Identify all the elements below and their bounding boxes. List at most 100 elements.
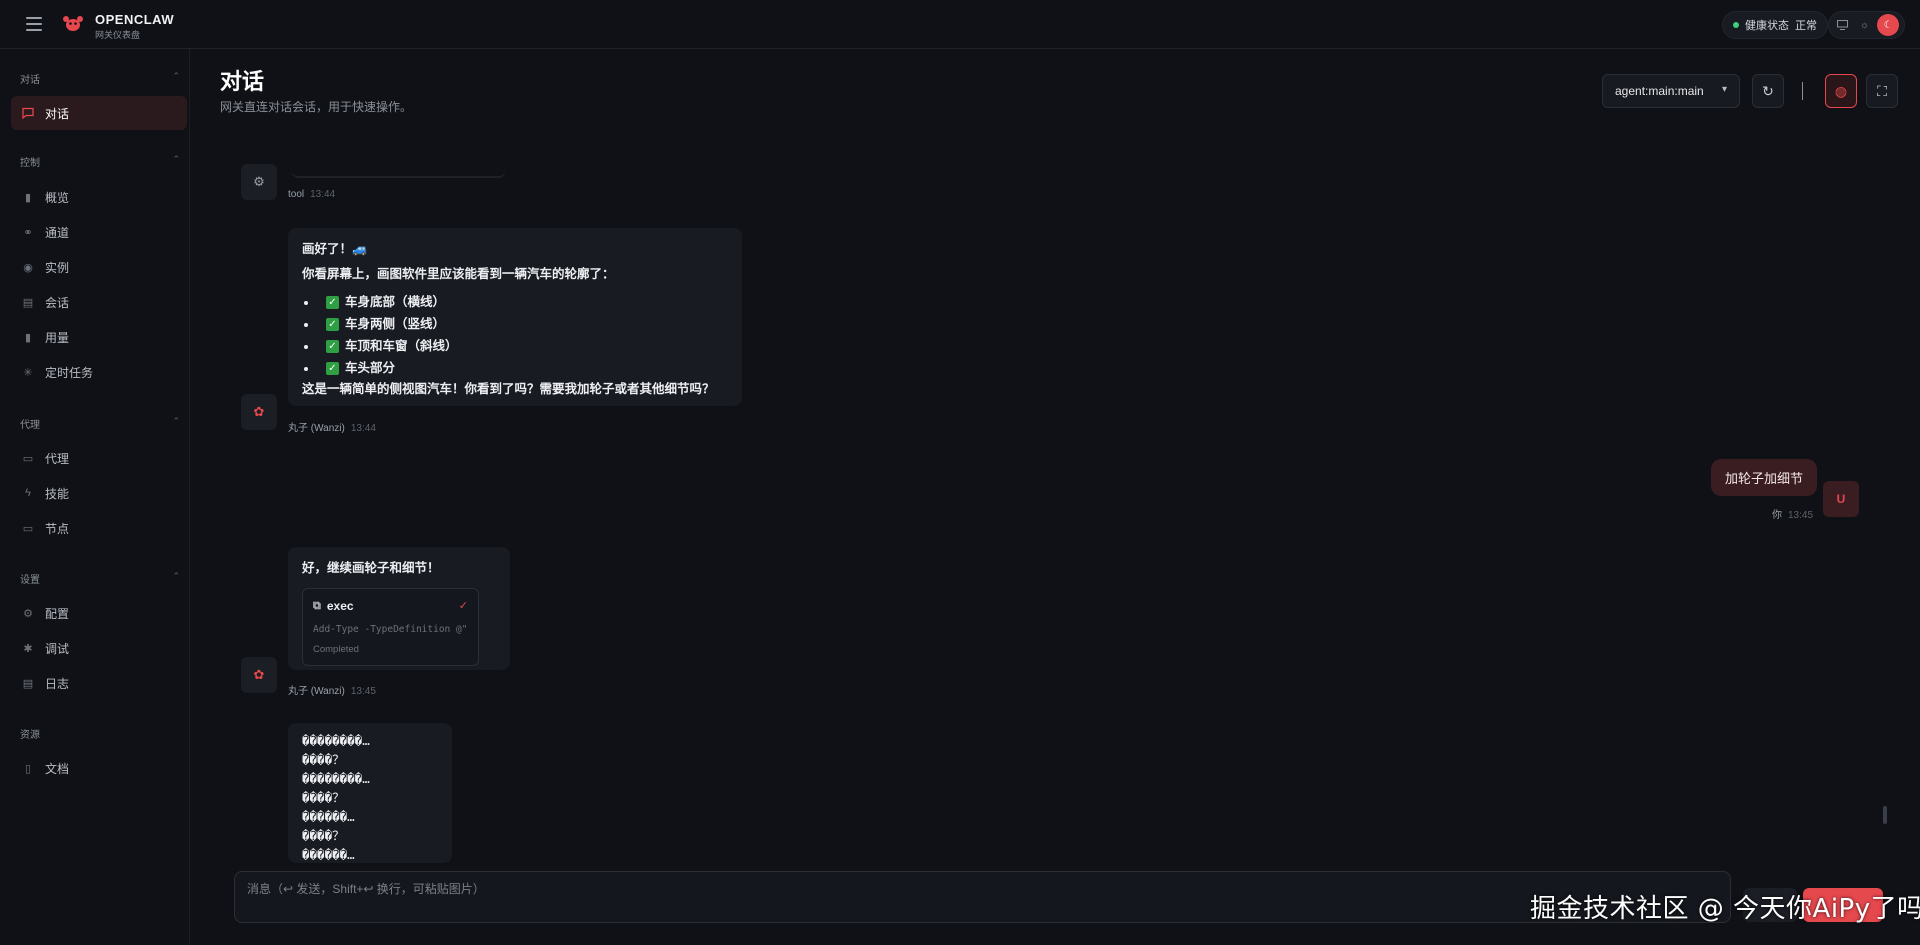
chevron-down-icon: ▾ <box>1721 84 1727 95</box>
tool-message-meta: tool 13:44 <box>288 189 335 200</box>
tool-name: exec <box>326 598 354 613</box>
scrollbar-thumb[interactable] <box>1883 806 1887 824</box>
sidebar-item-label: 通道 <box>45 225 70 240</box>
sidebar-item-debug[interactable]: ✱ 调试 <box>11 631 187 665</box>
list-item: ✓ 车身底部（横线） <box>302 292 728 314</box>
sidebar-item-instances[interactable]: ◉ 实例 <box>11 250 187 284</box>
sidebar-item-config[interactable]: ⚙ 配置 <box>11 596 187 630</box>
log-icon: ▤ <box>22 677 34 690</box>
bullet <box>304 300 308 305</box>
sidebar-item-cron[interactable]: ✳ 定时任务 <box>11 355 187 389</box>
chevron-up-icon: ⌃ <box>172 154 180 164</box>
sidebar-group-resources[interactable]: 资源 <box>20 726 180 741</box>
link-icon: ⚭ <box>23 226 33 239</box>
sidebar-item-overview[interactable]: ▮ 概览 <box>11 180 187 214</box>
monitor-icon[interactable] <box>1834 16 1852 34</box>
sidebar-item-label: 定时任务 <box>45 365 94 380</box>
list-item-text: 车头部分 <box>345 361 396 376</box>
sidebar-item-channels[interactable]: ⚭ 通道 <box>11 215 187 249</box>
check-icon: ✓ <box>458 599 468 612</box>
bug-icon: ✱ <box>23 642 33 655</box>
health-value: 正常 <box>1795 20 1817 32</box>
watermark: 掘金技术社区 @ 今天你AiPy了吗 <box>1530 894 1920 924</box>
sun-icon[interactable]: ☼ <box>1855 16 1873 34</box>
assistant-avatar: ✿ <box>241 657 277 693</box>
health-label: 健康状态 <box>1745 20 1789 32</box>
sidebar-item-label: 对话 <box>45 106 70 121</box>
message-input-placeholder: 消息（↩ 发送，Shift+↩ 换行，可粘贴图片） <box>247 882 485 896</box>
focus-mode-button[interactable]: ⛶ <box>1866 74 1898 108</box>
message-outro: 这是一辆简单的侧视图汽车！你看到了吗？需要我加轮子或者其他细节吗？ <box>302 381 715 396</box>
list-item: ✓ 车顶和车窗（斜线） <box>302 336 728 358</box>
message-text: 加轮子加细节 <box>1725 471 1804 486</box>
chat-icon <box>21 106 35 120</box>
tool-bubble-tail <box>291 170 506 178</box>
message-input[interactable]: 消息（↩ 发送，Shift+↩ 换行，可粘贴图片） <box>234 871 1731 923</box>
chevron-up-icon: ⌃ <box>172 71 180 81</box>
bar-chart-icon: ▮ <box>24 331 32 344</box>
list-item: ✓ 车头部分 <box>302 358 728 380</box>
menu-icon[interactable] <box>26 17 42 31</box>
agent-select[interactable]: agent:main:main ▾ <box>1602 74 1740 108</box>
sidebar-item-agents[interactable]: ▭ 代理 <box>11 441 187 475</box>
sidebar-item-chat[interactable]: 对话 <box>11 96 187 130</box>
group-title: 代理 <box>20 420 40 431</box>
message-author: 你 <box>1772 510 1782 521</box>
bullet <box>304 322 308 327</box>
message-author: 丸子 (Wanzi) <box>288 686 345 697</box>
bullet <box>304 366 308 371</box>
top-bar: OPENCLAW 网关仪表盘 健康状态 正常 ☼ ☾ <box>0 0 1920 49</box>
chevron-up-icon: ⌃ <box>172 571 180 581</box>
list-item-text: 车顶和车窗（斜线） <box>345 339 458 354</box>
list-item: ✓ 车身两侧（竖线） <box>302 314 728 336</box>
garbled-line: ����？ <box>302 828 345 843</box>
sidebar-item-skills[interactable]: ϟ 技能 <box>11 476 187 510</box>
sidebar-group-settings[interactable]: 设置 ⌃ <box>20 571 180 586</box>
message-title: 画好了！🚙 <box>302 242 368 256</box>
document-icon: ▤ <box>22 296 34 309</box>
lobster-icon: ✿ <box>253 404 265 419</box>
sidebar-group-chat[interactable]: 对话 ⌃ <box>20 71 180 86</box>
sidebar-item-usage[interactable]: ▮ 用量 <box>11 320 187 354</box>
status-dot-icon <box>1733 22 1739 28</box>
page-title: 对话 <box>220 69 265 94</box>
group-title: 对话 <box>20 75 40 86</box>
book-icon: ▯ <box>24 762 32 775</box>
sidebar-item-logs[interactable]: ▤ 日志 <box>11 666 187 700</box>
sidebar-item-nodes[interactable]: ▭ 节点 <box>11 511 187 545</box>
garbled-line: ������… <box>302 809 355 824</box>
refresh-button[interactable]: ↻ <box>1752 74 1784 108</box>
tool-icon: ⧉ <box>313 599 321 612</box>
sidebar-item-docs[interactable]: ▯ 文档 <box>11 751 187 785</box>
tool-avatar: ⚙ <box>241 164 277 200</box>
message-author: tool <box>288 189 305 200</box>
assistant-message-bubble: 好，继续画轮子和细节！ ⧉ exec ✓ Add-Type -TypeDefin… <box>288 547 510 670</box>
sidebar-item-label: 实例 <box>45 260 70 275</box>
checkmark-icon: ✓ <box>326 296 339 309</box>
sidebar-item-sessions[interactable]: ▤ 会话 <box>11 285 187 319</box>
sidebar-item-label: 节点 <box>45 521 70 536</box>
message-intro: 你看屏幕上，画图软件里应该能看到一辆汽车的轮廓了： <box>302 266 615 281</box>
message-time: 13:45 <box>1788 510 1814 521</box>
garbled-line: ��������… <box>302 733 370 748</box>
garbled-line: ��������… <box>302 771 370 786</box>
brain-icon: ◍ <box>1834 82 1848 99</box>
moon-icon[interactable]: ☾ <box>1877 14 1900 36</box>
checkmark-icon: ✓ <box>326 340 339 353</box>
user-message-bubble: 加轮子加细节 <box>1711 459 1818 496</box>
checkmark-icon: ✓ <box>326 318 339 331</box>
sidebar-item-label: 日志 <box>45 676 70 691</box>
group-title: 设置 <box>20 575 40 586</box>
message-author: 丸子 (Wanzi) <box>288 423 345 434</box>
loader-icon: ✳ <box>23 366 33 379</box>
message-time: 13:44 <box>310 189 336 200</box>
sidebar-item-label: 用量 <box>45 330 70 345</box>
openclaw-logo <box>62 12 84 34</box>
tool-call-card[interactable]: ⧉ exec ✓ Add-Type -TypeDefinition @" Com… <box>302 587 479 667</box>
thinking-toggle-button[interactable]: ◍ <box>1825 74 1857 108</box>
sidebar-group-agents[interactable]: 代理 ⌃ <box>20 416 180 431</box>
assistant-message-bubble: 画好了！🚙 你看屏幕上，画图软件里应该能看到一辆汽车的轮廓了： ✓ 车身底部（横线… <box>288 228 742 406</box>
bar-chart-icon: ▮ <box>24 191 32 204</box>
folder-icon: ▭ <box>22 452 34 465</box>
sidebar-group-control[interactable]: 控制 ⌃ <box>20 154 180 169</box>
